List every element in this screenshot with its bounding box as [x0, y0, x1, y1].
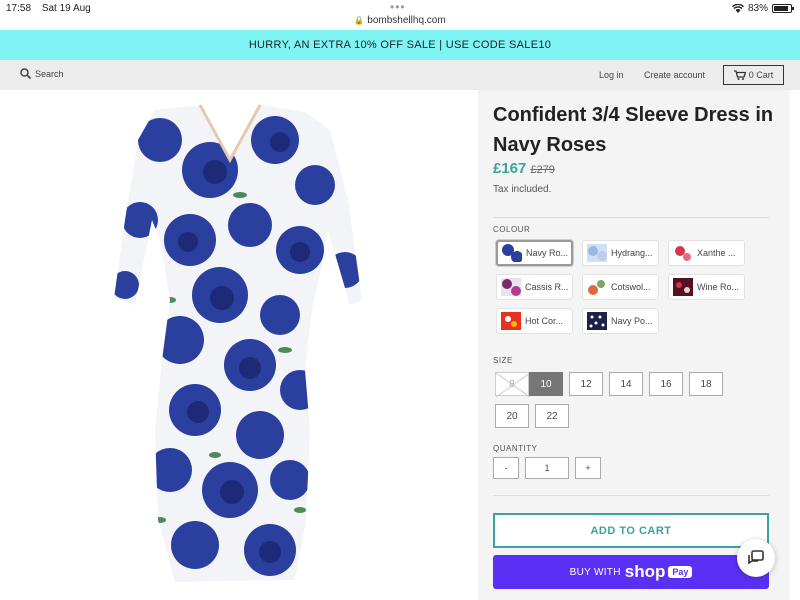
status-left: 17:58 Sat 19 Aug	[6, 3, 99, 14]
product-info-panel: Confident 3/4 Sleeve Dress in Navy Roses…	[478, 90, 790, 600]
divider	[493, 495, 769, 496]
colour-option-label: Xanthe ...	[697, 248, 736, 258]
url-bar[interactable]: 🔒 bombshellhq.com	[0, 15, 800, 26]
dress-illustration	[114, 104, 362, 582]
create-account-link[interactable]: Create account	[644, 70, 705, 80]
colour-option-label: Navy Ro...	[526, 248, 569, 258]
promo-text: HURRY, AN EXTRA 10% OFF SALE | USE CODE …	[248, 39, 552, 51]
login-link[interactable]: Log in	[599, 70, 624, 80]
size-option-10[interactable]: 10	[529, 372, 563, 396]
unavailable-cross-icon	[496, 373, 530, 397]
size-label-text: 12	[580, 378, 592, 390]
colour-option-label: Navy Po...	[611, 316, 653, 326]
compare-price: £279	[530, 164, 555, 176]
size-label: SIZE	[493, 356, 513, 365]
status-bar: 17:58 Sat 19 Aug ••• 🔒 bombshellhq.com 83…	[0, 0, 800, 30]
add-to-cart-label: ADD TO CART	[590, 524, 672, 537]
size-option-22[interactable]: 22	[535, 404, 569, 428]
colour-option-label: Hydrang...	[611, 248, 653, 258]
status-date: Sat 19 Aug	[41, 3, 91, 14]
colour-option-xanthe[interactable]: Xanthe ...	[668, 240, 745, 266]
search-label: Search	[35, 68, 64, 79]
tax-note: Tax included.	[493, 184, 552, 195]
xanthe-swatch-icon	[673, 244, 693, 262]
size-option-16[interactable]: 16	[649, 372, 683, 396]
buy-with-label: BUY WITH	[569, 566, 621, 578]
chat-button[interactable]	[737, 539, 775, 577]
cart-icon	[733, 70, 746, 80]
pay-badge: Pay	[668, 566, 693, 578]
size-option-20[interactable]: 20	[495, 404, 529, 428]
size-label-text: 10	[540, 378, 552, 390]
hot-coral-swatch-icon	[501, 312, 521, 330]
chat-icon	[748, 550, 764, 565]
wifi-icon	[731, 4, 744, 13]
size-label-text: 18	[700, 378, 712, 390]
size-option-18[interactable]: 18	[689, 372, 723, 396]
shop-pay-logo: shop	[624, 562, 666, 581]
cart-label: 0 Cart	[748, 70, 774, 80]
wine-roses-swatch-icon	[673, 278, 693, 296]
battery-icon	[772, 4, 794, 13]
colour-option-label: Cotswol...	[611, 282, 651, 292]
navy-polka-swatch-icon	[587, 312, 607, 330]
sale-price: £167	[493, 160, 527, 177]
quantity-input[interactable]	[525, 457, 569, 479]
colour-option-cassis-roses[interactable]: Cassis R...	[496, 274, 573, 300]
cart-button[interactable]: 0 Cart	[723, 65, 784, 85]
colour-option-cotswold[interactable]: Cotswol...	[582, 274, 659, 300]
product-title: Confident 3/4 Sleeve Dress in Navy Roses	[493, 104, 774, 156]
colour-option-wine-roses[interactable]: Wine Ro...	[668, 274, 745, 300]
size-option-8[interactable]: 8	[495, 372, 530, 397]
divider	[493, 217, 769, 218]
battery-percent: 83%	[747, 3, 768, 14]
colour-label: COLOUR	[493, 225, 531, 234]
colour-option-hot-coral[interactable]: Hot Cor...	[496, 308, 573, 334]
site-header: Search Log in Create account 0 Cart	[0, 60, 800, 90]
quantity-decrease-button[interactable]: -	[493, 457, 519, 479]
colour-option-hydrangea[interactable]: Hydrang...	[582, 240, 659, 266]
quantity-label: QUANTITY	[493, 444, 538, 453]
status-right: 83%	[731, 3, 794, 14]
product-price: £167 £279	[493, 160, 555, 177]
colour-option-label: Cassis R...	[525, 282, 569, 292]
search-icon	[20, 68, 31, 79]
size-label-text: 16	[660, 378, 672, 390]
url-text: bombshellhq.com	[367, 15, 446, 26]
product-image[interactable]	[100, 100, 380, 590]
lock-icon: 🔒	[354, 16, 365, 25]
size-option-12[interactable]: 12	[569, 372, 603, 396]
more-dots-icon[interactable]: •••	[390, 0, 406, 14]
size-label-text: 14	[620, 378, 632, 390]
status-time: 17:58	[6, 3, 32, 14]
hydrangea-swatch-icon	[587, 244, 607, 262]
colour-option-label: Wine Ro...	[697, 282, 740, 292]
search-button[interactable]: Search	[20, 68, 64, 79]
size-label-text: 22	[546, 410, 558, 422]
add-to-cart-button[interactable]: ADD TO CART	[493, 513, 769, 548]
size-option-14[interactable]: 14	[609, 372, 643, 396]
colour-option-label: Hot Cor...	[525, 316, 564, 326]
cotswold-swatch-icon	[587, 278, 607, 296]
colour-option-navy-roses[interactable]: Navy Ro...	[496, 240, 573, 266]
size-label-text: 20	[506, 410, 518, 422]
buy-with-shop-pay-button[interactable]: BUY WITH shop Pay	[493, 555, 769, 589]
promo-banner[interactable]: HURRY, AN EXTRA 10% OFF SALE | USE CODE …	[0, 30, 800, 60]
navy-roses-swatch-icon	[502, 244, 522, 262]
colour-option-navy-polka[interactable]: Navy Po...	[582, 308, 659, 334]
cassis-roses-swatch-icon	[501, 278, 521, 296]
quantity-increase-button[interactable]: +	[575, 457, 601, 479]
